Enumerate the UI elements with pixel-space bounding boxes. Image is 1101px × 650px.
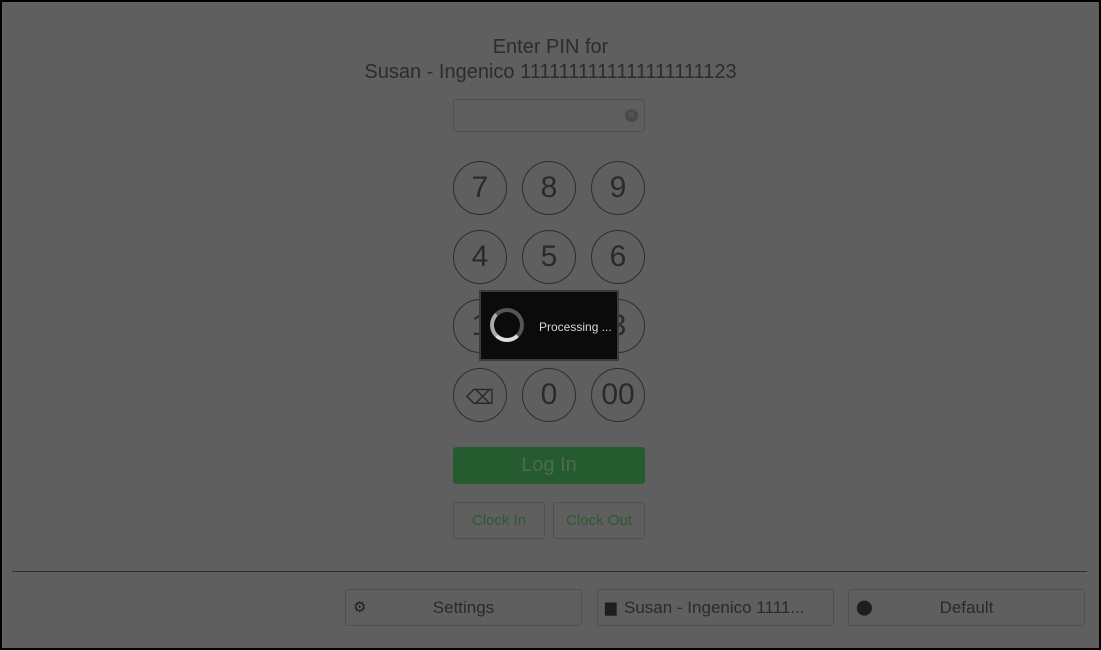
clock-in-button[interactable]: Clock In [453, 502, 545, 539]
key-5[interactable]: 5 [522, 230, 576, 284]
spinner-icon [490, 308, 524, 342]
settings-button[interactable]: ⚙ Settings [345, 589, 582, 626]
store-label: Susan - Ingenico 1111... [624, 598, 805, 617]
store-icon: ▆ [605, 599, 617, 616]
backspace-key[interactable]: ⌫ [453, 368, 507, 422]
settings-label: Settings [432, 598, 495, 617]
pin-prompt-user: Susan - Ingenico 1111111111111111111123 [364, 61, 737, 83]
backspace-icon: ⌫ [465, 387, 495, 409]
key-00[interactable]: 00 [591, 368, 645, 422]
key-8[interactable]: 8 [522, 161, 576, 215]
store-button[interactable]: ▆ Susan - Ingenico 1111... [597, 589, 834, 626]
log-in-button[interactable]: Log In [453, 447, 645, 484]
location-label: Default [939, 598, 994, 617]
pin-prompt: Enter PIN for [492, 36, 609, 58]
key-9[interactable]: 9 [591, 161, 645, 215]
key-7[interactable]: 7 [453, 161, 507, 215]
pin-input[interactable]: ✕ [453, 99, 645, 132]
location-button[interactable]: ⬤ Default [848, 589, 1085, 626]
pin-login-screen: Enter PIN for Susan - Ingenico 111111111… [2, 2, 1099, 648]
clock-out-button[interactable]: Clock Out [553, 502, 645, 539]
divider [12, 571, 1087, 572]
key-4[interactable]: 4 [453, 230, 507, 284]
clear-circle-icon[interactable]: ✕ [625, 109, 638, 122]
key-0[interactable]: 0 [522, 368, 576, 422]
map-pin-icon: ⬤ [856, 599, 873, 616]
processing-text: Processing ... [539, 320, 612, 334]
gear-icon: ⚙ [353, 599, 367, 616]
processing-dialog: Processing ... [479, 290, 619, 361]
key-6[interactable]: 6 [591, 230, 645, 284]
